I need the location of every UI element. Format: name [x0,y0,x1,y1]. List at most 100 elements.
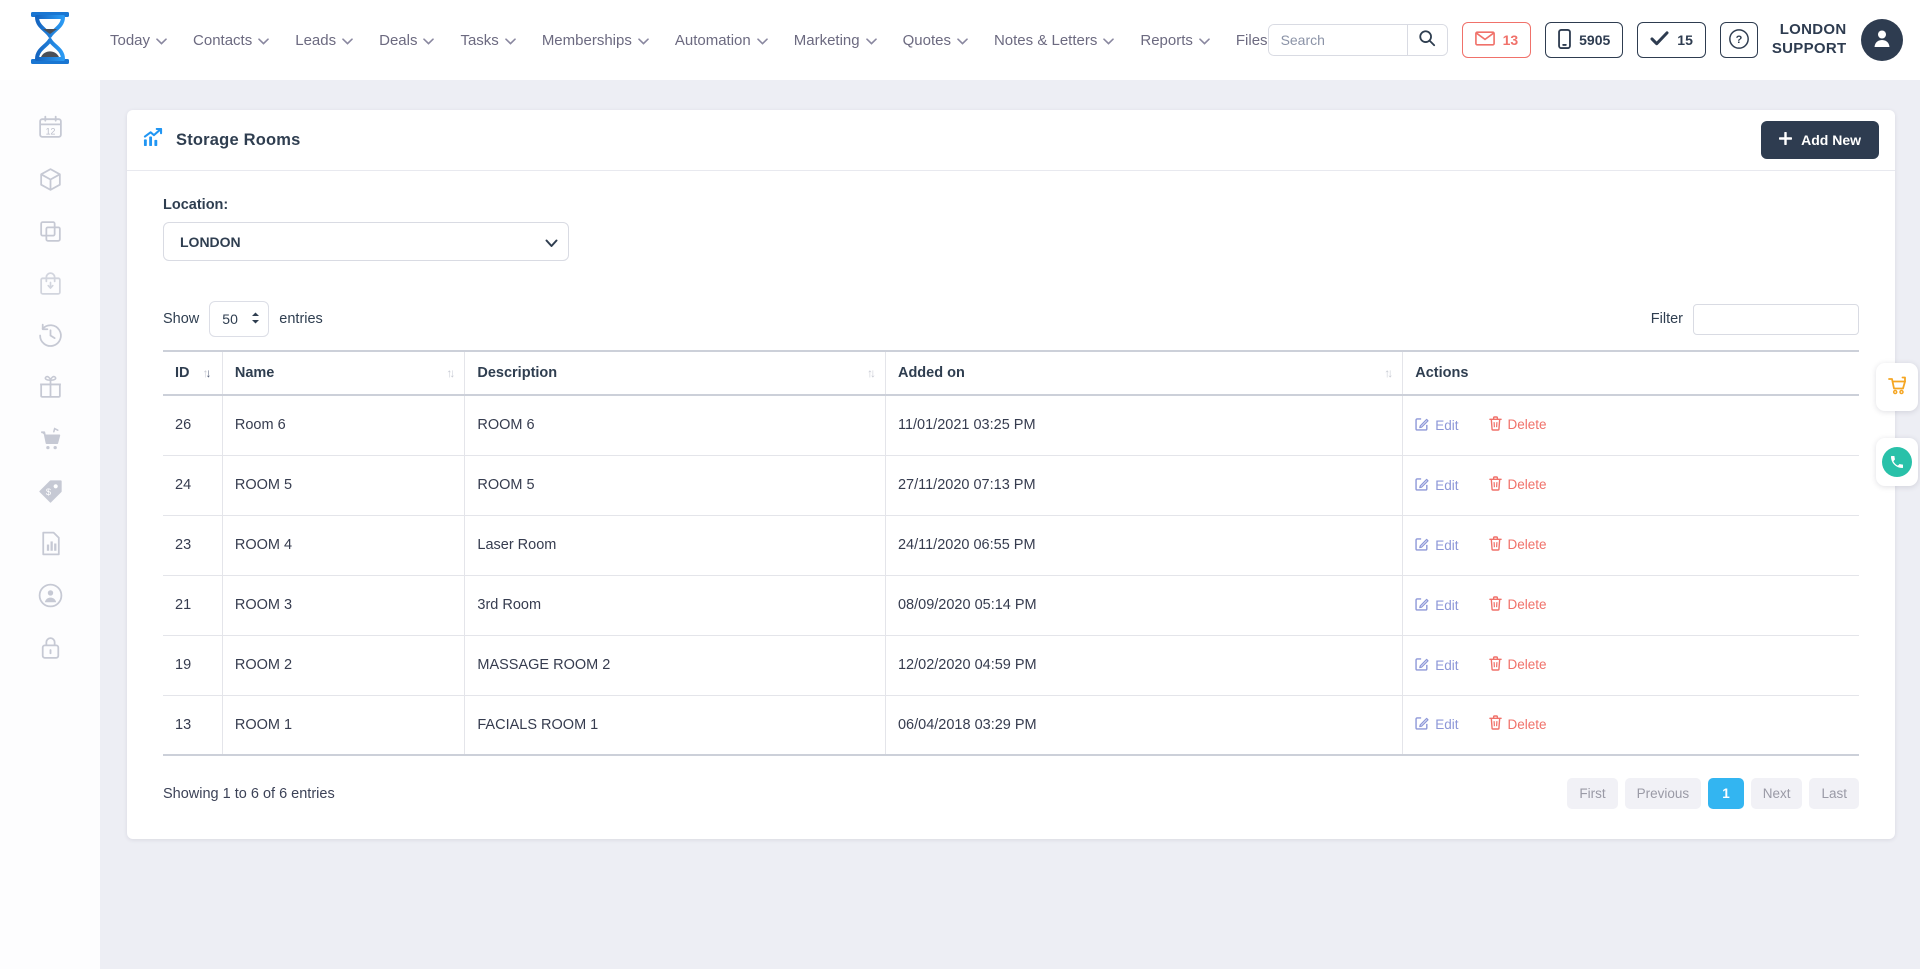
help-button[interactable]: ? [1720,22,1758,58]
envelope-icon [1475,31,1495,49]
nav-item[interactable]: Reports [1140,32,1210,49]
package-icon[interactable] [37,166,64,193]
edit-link[interactable]: Edit [1415,477,1458,494]
cell-actions: Edit Delete [1403,395,1859,455]
svg-text:$: $ [45,487,51,497]
trash-icon [1489,596,1502,614]
nav-item[interactable]: Automation [675,32,768,49]
nav-item-label: Marketing [794,32,860,49]
floating-phone-tab[interactable] [1876,438,1918,486]
cart-icon[interactable] [37,426,64,453]
edit-pencil-icon [1415,477,1429,494]
delete-link[interactable]: Delete [1489,476,1547,494]
edit-link[interactable]: Edit [1415,537,1458,554]
column-header-name[interactable]: Name ↑↓ [222,351,465,395]
edit-pencil-icon [1415,597,1429,614]
nav-item[interactable]: Memberships [542,32,649,49]
pagination-button[interactable]: 1 [1708,778,1744,809]
cell-description: Laser Room [465,515,886,575]
history-icon[interactable] [37,322,64,349]
pagination: First Previous 1 Next Last [1567,778,1859,809]
location-select[interactable]: LONDON [163,222,569,261]
tasks-badge[interactable]: 15 [1637,22,1706,58]
cell-id: 23 [163,515,222,575]
cell-name: ROOM 1 [222,695,465,755]
pagination-button[interactable]: Next [1751,778,1803,809]
global-search [1268,24,1448,56]
edit-link[interactable]: Edit [1415,657,1458,674]
entries-summary: Showing 1 to 6 of 6 entries [163,786,335,802]
lock-icon[interactable] [37,634,64,661]
price-tag-icon[interactable]: $ [37,478,64,505]
cell-added-on: 12/02/2020 04:59 PM [885,635,1402,695]
phone-badge[interactable]: 5905 [1545,22,1623,58]
nav-item[interactable]: Notes & Letters [994,32,1114,49]
pagination-button[interactable]: Last [1809,778,1859,809]
nav-item[interactable]: Marketing [794,32,877,49]
filter-input[interactable] [1693,304,1859,335]
delete-link[interactable]: Delete [1489,536,1547,554]
cell-description: ROOM 5 [465,455,886,515]
gift-icon[interactable] [37,374,64,401]
cell-added-on: 08/09/2020 05:14 PM [885,575,1402,635]
add-new-button[interactable]: Add New [1761,121,1879,159]
report-icon[interactable] [37,530,64,557]
pagination-button[interactable]: First [1567,778,1617,809]
cell-description: MASSAGE ROOM 2 [465,635,886,695]
nav-item-label: Contacts [193,32,252,49]
nav-item[interactable]: Leads [295,32,353,49]
cell-id: 24 [163,455,222,515]
column-header-id[interactable]: ID ↑↓ [163,351,222,395]
edit-link[interactable]: Edit [1415,417,1458,434]
chevron-down-icon [757,32,768,49]
avatar[interactable] [1861,19,1903,61]
cell-description: FACIALS ROOM 1 [465,695,886,755]
edit-link[interactable]: Edit [1415,716,1458,733]
nav-item-label: Today [110,32,150,49]
nav-item[interactable]: Files [1236,32,1268,49]
cell-id: 26 [163,395,222,455]
nav-item-label: Leads [295,32,336,49]
chevron-down-icon [638,32,649,49]
nav-item-label: Memberships [542,32,632,49]
column-header-added-on[interactable]: Added on ↑↓ [885,351,1402,395]
mail-badge[interactable]: 13 [1462,22,1532,58]
cell-actions: Edit Delete [1403,635,1859,695]
cell-id: 19 [163,635,222,695]
user-circle-icon[interactable] [37,582,64,609]
search-button[interactable] [1407,25,1447,55]
trash-icon [1489,476,1502,494]
nav-item[interactable]: Tasks [460,32,515,49]
cell-id: 21 [163,575,222,635]
card-body: Location: LONDON Show 50 [127,171,1895,756]
filter-group: Filter [1651,304,1859,335]
delete-link[interactable]: Delete [1489,596,1547,614]
delete-link[interactable]: Delete [1489,715,1547,733]
table-header-row: ID ↑↓ Name ↑↓ [163,351,1859,395]
cell-name: ROOM 4 [222,515,465,575]
copy-icon[interactable] [37,218,64,245]
table-controls: Show 50 entries Filter [163,301,1859,337]
pagination-button[interactable]: Previous [1625,778,1702,809]
edit-pencil-icon [1415,537,1429,554]
nav-item[interactable]: Deals [379,32,434,49]
nav-item[interactable]: Contacts [193,32,269,49]
search-input[interactable] [1269,25,1407,55]
shopping-bag-icon[interactable] [37,270,64,297]
column-header-description[interactable]: Description ↑↓ [465,351,886,395]
cell-name: ROOM 2 [222,635,465,695]
app-logo[interactable] [0,10,100,71]
page-title: Storage Rooms [176,131,301,150]
page-length-select[interactable]: 50 [209,301,269,337]
sort-icon: ↑↓ [203,366,209,380]
nav-item-label: Notes & Letters [994,32,1097,49]
calendar-icon[interactable]: 12 [37,114,64,141]
nav-item[interactable]: Quotes [903,32,968,49]
delete-link[interactable]: Delete [1489,416,1547,434]
nav-item[interactable]: Today [110,32,167,49]
edit-link[interactable]: Edit [1415,597,1458,614]
floating-cart-tab[interactable] [1876,363,1918,411]
cell-description: ROOM 6 [465,395,886,455]
cell-name: ROOM 3 [222,575,465,635]
delete-link[interactable]: Delete [1489,656,1547,674]
